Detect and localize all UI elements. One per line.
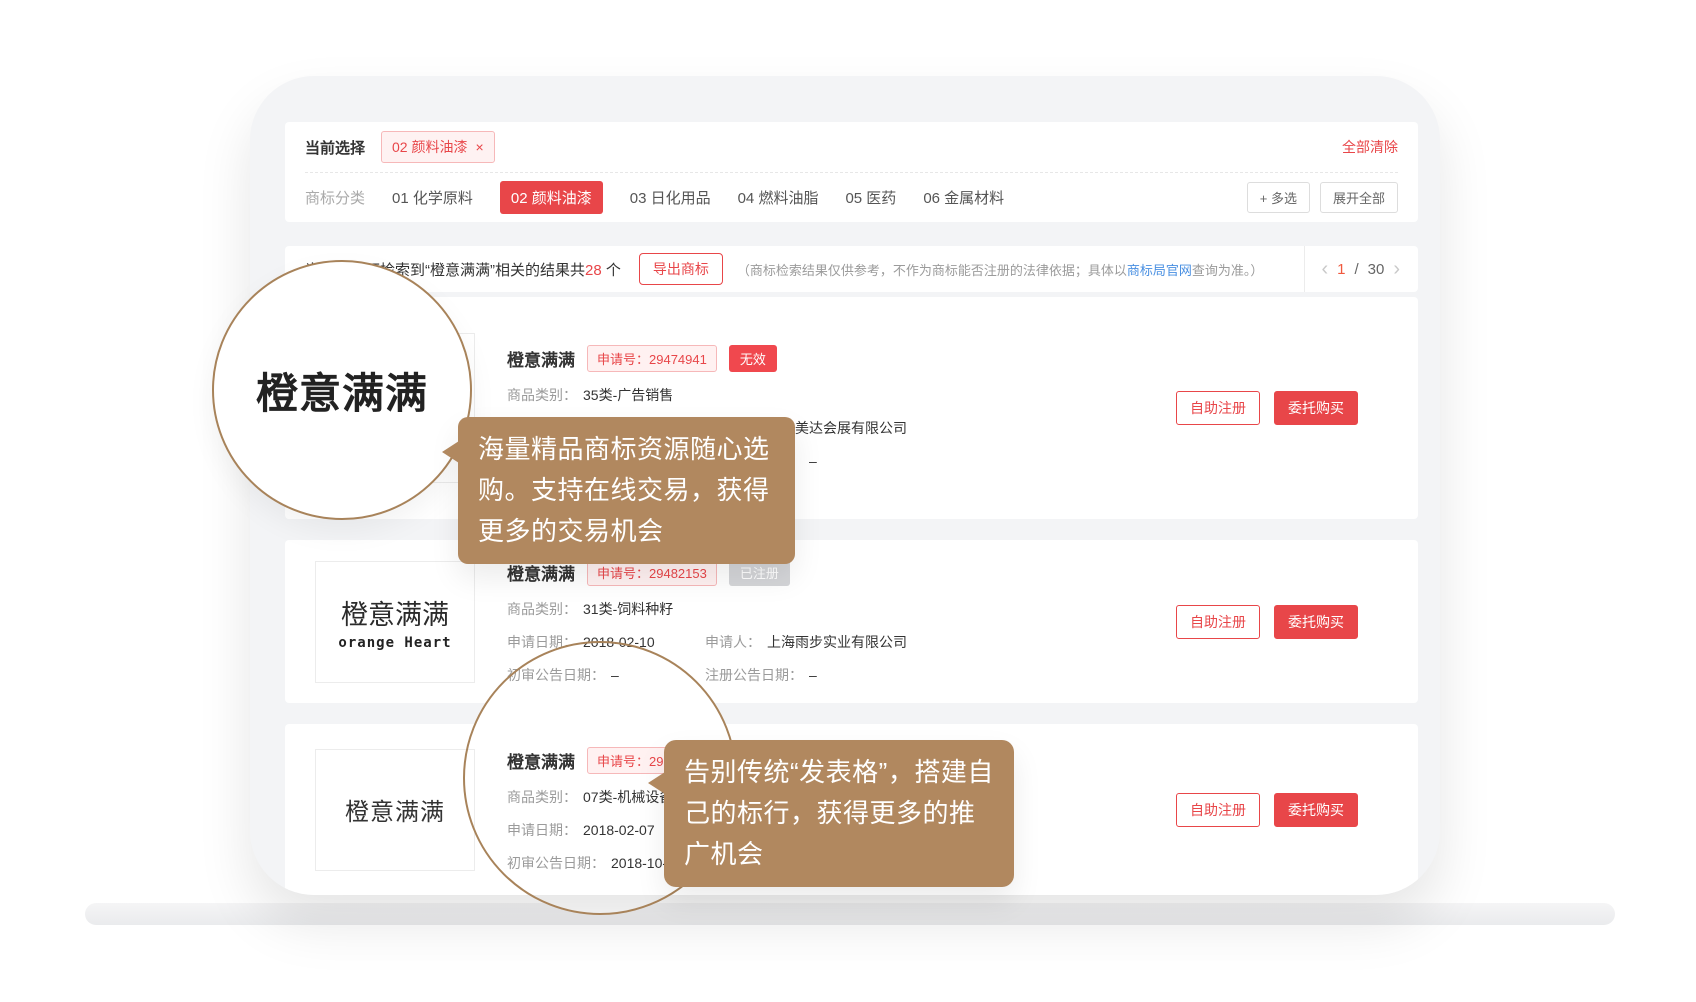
results-header: 当前分类下检索到“橙意满满”相关的结果共28 个 导出商标 （商标检索结果仅供参…: [285, 246, 1418, 292]
next-page-icon[interactable]: ›: [1393, 259, 1400, 279]
disclaimer-prefix: （商标检索结果仅供参考，不作为商标能否注册的法律依据；具体以: [737, 263, 1127, 278]
status-badge: 无效: [729, 345, 777, 372]
category-tab-04[interactable]: 04 燃料油脂: [738, 187, 819, 208]
field-registration-publication: 注册公告日期：–: [705, 665, 817, 685]
self-register-button[interactable]: 自助注册: [1176, 391, 1260, 425]
callout-tail: [442, 441, 459, 463]
current-selection-row: 当前选择 02 颜料油漆 × 全部清除: [305, 122, 1398, 172]
result-row: 橙意满满 orange Heart 橙意满满 申请号：29482153 已注册 …: [285, 540, 1418, 703]
entrust-purchase-button[interactable]: 委托购买: [1274, 793, 1358, 827]
magnified-trademark-text: 橙意满满: [256, 360, 428, 421]
row-actions: 自助注册 委托购买: [1176, 605, 1358, 639]
application-number-value: 29474941: [649, 352, 707, 367]
callout-tail: [648, 772, 665, 794]
callout-bubble-promotion: 告别传统“发表格”，搭建自己的标行，获得更多的推广机会: [664, 740, 1014, 887]
trademark-name[interactable]: 橙意满满: [507, 346, 575, 371]
entrust-purchase-button[interactable]: 委托购买: [1274, 391, 1358, 425]
trademark-thumbnail: 橙意满满 orange Heart: [315, 561, 475, 683]
clear-all-button[interactable]: 全部清除: [1342, 137, 1398, 157]
category-row: 商标分类 01 化学原料 02 颜料油漆 03 日化用品 04 燃料油脂 05 …: [305, 173, 1398, 221]
disclaimer-note: （商标检索结果仅供参考，不作为商标能否注册的法律依据；具体以商标局官网查询为准。…: [737, 260, 1264, 279]
current-selection-label: 当前选择: [305, 137, 365, 158]
page-background: 当前选择 02 颜料油漆 × 全部清除 商标分类 01 化学原料 02 颜料油漆…: [0, 0, 1696, 1002]
callout-text: 告别传统“发表格”，搭建自己的标行，获得更多的推广机会: [684, 757, 994, 869]
prev-page-icon[interactable]: ‹: [1321, 259, 1328, 279]
multi-select-button[interactable]: + 多选: [1247, 182, 1310, 213]
current-page: 1: [1337, 261, 1345, 278]
callout-text: 海量精品商标资源随心选购。支持在线交易，获得更多的交易机会: [478, 434, 770, 546]
entrust-purchase-button[interactable]: 委托购买: [1274, 605, 1358, 639]
trademark-office-link[interactable]: 商标局官网: [1127, 263, 1192, 278]
selected-filter-tag[interactable]: 02 颜料油漆 ×: [381, 131, 495, 163]
results-summary-suffix: 个: [602, 262, 621, 279]
row-actions: 自助注册 委托购买: [1176, 793, 1358, 827]
pagination: ‹ 1 / 30 ›: [1304, 246, 1418, 292]
category-tab-02-selected[interactable]: 02 颜料油漆: [500, 181, 603, 214]
results-count: 28: [585, 262, 602, 279]
laptop-base: [85, 903, 1615, 925]
category-tab-01[interactable]: 01 化学原料: [392, 187, 473, 208]
tag-close-icon[interactable]: ×: [475, 139, 483, 155]
self-register-button[interactable]: 自助注册: [1176, 605, 1260, 639]
export-trademarks-button[interactable]: 导出商标: [639, 253, 723, 285]
field-applicant: 申请人：上海雨步实业有限公司: [705, 632, 907, 652]
trademark-thumbnail: 橙意满满: [315, 749, 475, 871]
self-register-button[interactable]: 自助注册: [1176, 793, 1260, 827]
disclaimer-suffix: 查询为准。）: [1192, 263, 1264, 278]
application-number-value: 29482153: [649, 566, 707, 581]
category-tab-03[interactable]: 03 日化用品: [630, 187, 711, 208]
application-number-label: 申请号：: [597, 566, 649, 581]
expand-all-button[interactable]: 展开全部: [1320, 182, 1398, 213]
field-category: 商品类别：35类-广告销售: [507, 385, 673, 405]
filter-panel: 当前选择 02 颜料油漆 × 全部清除 商标分类 01 化学原料 02 颜料油漆…: [285, 122, 1418, 222]
magnifier-circle-1: 橙意满满: [212, 260, 472, 520]
total-pages: 30: [1368, 261, 1385, 278]
callout-bubble-marketplace: 海量精品商标资源随心选购。支持在线交易，获得更多的交易机会: [458, 417, 795, 564]
application-number-tag: 申请号：29474941: [587, 345, 717, 372]
trademark-image-subtext: orange Heart: [338, 635, 451, 651]
category-label: 商标分类: [305, 187, 365, 208]
category-tab-05[interactable]: 05 医药: [845, 187, 896, 208]
category-tab-06[interactable]: 06 金属材料: [923, 187, 1004, 208]
trademark-image-text: 橙意满满: [341, 593, 449, 632]
page-separator: /: [1354, 261, 1358, 278]
application-number-label: 申请号：: [597, 352, 649, 367]
selected-filter-tag-label: 02 颜料油漆: [392, 137, 467, 157]
row-actions: 自助注册 委托购买: [1176, 391, 1358, 425]
field-category: 商品类别：31类-饲料种籽: [507, 599, 673, 619]
trademark-image-text: 橙意满满: [345, 792, 445, 827]
